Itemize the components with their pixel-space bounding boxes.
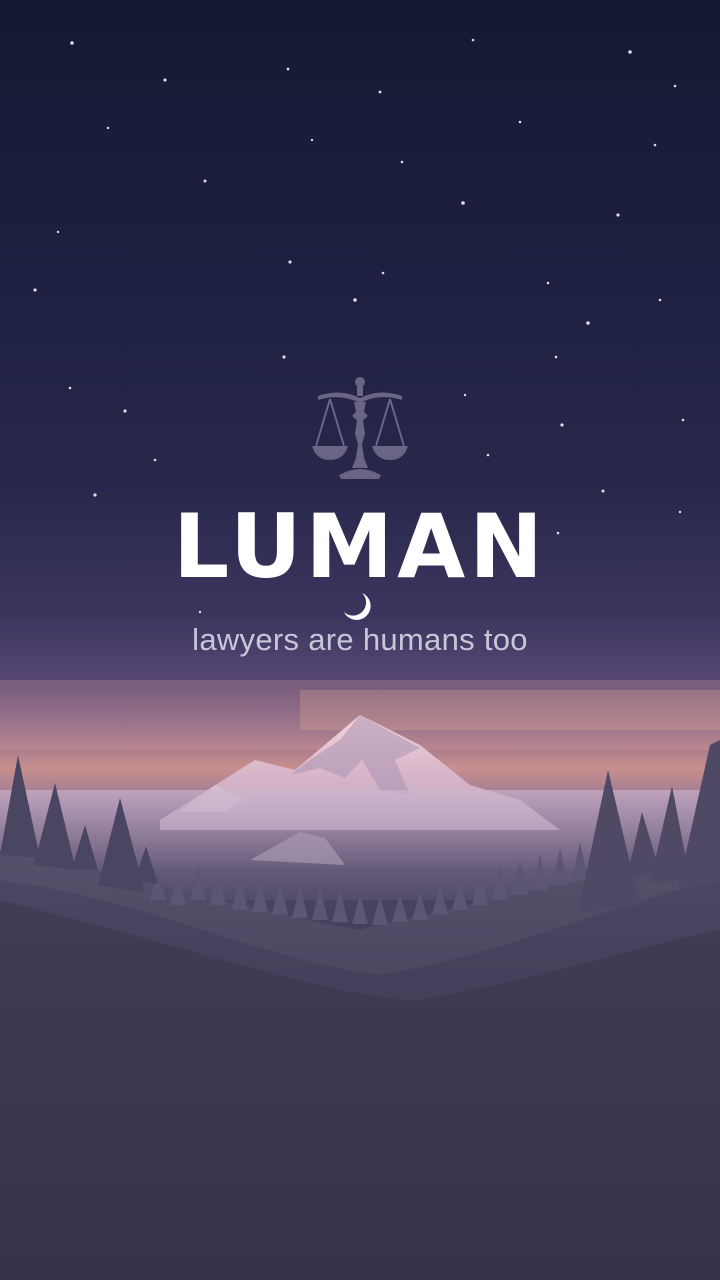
tagline: lawyers are humans too <box>192 622 528 657</box>
logo <box>0 372 720 492</box>
app-name-title: LUMAN <box>173 495 547 598</box>
splash-screen: LUMAN lawyers are humans too <box>0 0 720 1280</box>
scales-of-justice-icon <box>312 377 408 479</box>
